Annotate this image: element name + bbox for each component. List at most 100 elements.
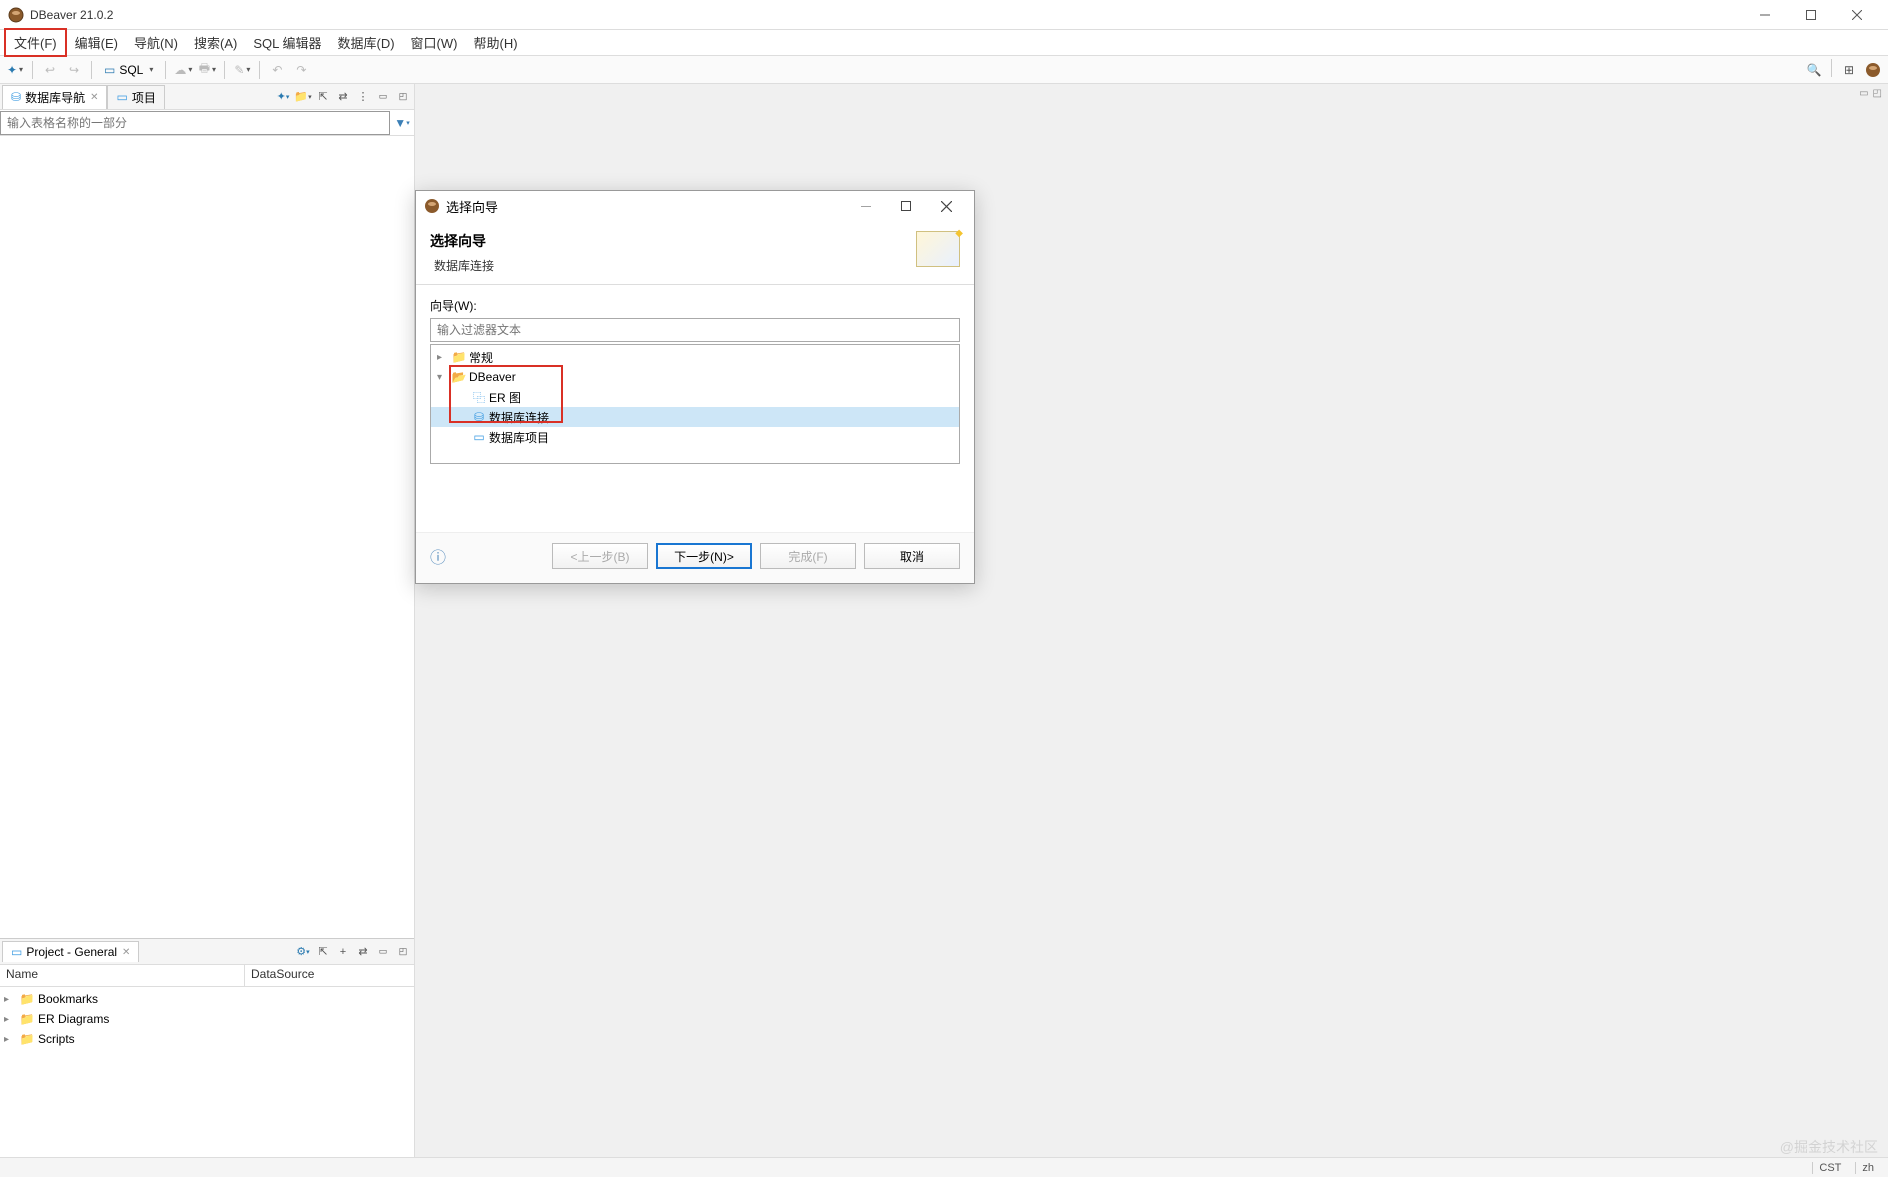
folder-icon: 📁 [20, 1012, 34, 1026]
refresh-button: ☁▾ [172, 59, 194, 81]
dialog-titlebar[interactable]: 选择向导 [416, 191, 974, 221]
wizard-tree-connection[interactable]: ⛁ 数据库连接 [431, 407, 959, 427]
maximize-button[interactable] [1788, 0, 1834, 30]
wizard-tree-er[interactable]: ⿻ ER 图 [431, 387, 959, 407]
wizard-icon [916, 231, 960, 267]
dialog-title: 选择向导 [446, 197, 846, 216]
minimize-icon[interactable]: ▭ [1859, 88, 1868, 99]
dialog-header-subtitle: 数据库连接 [430, 257, 494, 274]
minimize-panel-button[interactable]: ▭ [374, 943, 392, 961]
collapse-button[interactable]: ⇱ [314, 88, 332, 106]
database-icon: ⛁ [471, 410, 487, 424]
print-button: 🖶▾ [196, 59, 218, 81]
toolbar: ✦▾ ↩ ↪ ▭ SQL ▾ ☁▾ 🖶▾ ✎▾ ↶ ↷ 🔍 ⊞ [0, 56, 1888, 84]
folder-icon: 📁 [451, 350, 467, 364]
wizard-tree: ▸ 📁 常规 ▾ 📂 DBeaver ⿻ ER 图 ⛁ 数据库连接 ▭ 数据库项… [430, 344, 960, 464]
menu-file[interactable]: 文件(F) [4, 28, 67, 57]
wizard-tree-general[interactable]: ▸ 📁 常规 [431, 347, 959, 367]
tx-forward-button: ↷ [290, 59, 312, 81]
navigator-tree[interactable] [0, 136, 414, 938]
dialog-minimize-button[interactable] [846, 192, 886, 220]
dbeaver-perspective[interactable] [1862, 59, 1884, 81]
menu-window[interactable]: 窗口(W) [403, 30, 466, 55]
dialog-header-title: 选择向导 [430, 231, 494, 251]
table-search-input[interactable] [0, 111, 390, 135]
maximize-panel-button[interactable]: ◰ [394, 943, 412, 961]
forward-button: ↪ [63, 59, 85, 81]
connect-button[interactable]: ✦▾ [274, 88, 292, 106]
wizard-dialog: 选择向导 选择向导 数据库连接 向导(W): ▸ 📁 常规 ▾ 📂 DBeave… [415, 190, 975, 584]
menu-search[interactable]: 搜索(A) [186, 30, 245, 55]
new-connection-button[interactable]: ✦▾ [4, 59, 26, 81]
maximize-panel-button[interactable]: ◰ [394, 88, 412, 106]
menu-sql-editor[interactable]: SQL 编辑器 [245, 30, 329, 55]
edit-button: ✎▾ [231, 59, 253, 81]
database-navigator-tab[interactable]: ⛁ 数据库导航 ✕ [2, 85, 107, 109]
status-timezone: CST [1812, 1162, 1847, 1174]
collapse-all-button[interactable]: ⇱ [314, 943, 332, 961]
wizard-tree-project[interactable]: ▭ 数据库项目 [431, 427, 959, 447]
back-button: ↩ [39, 59, 61, 81]
folder-icon: 📁 [20, 992, 34, 1006]
cancel-button[interactable]: 取消 [864, 543, 960, 569]
search-button[interactable]: 🔍 [1803, 59, 1825, 81]
er-diagram-icon: ⿻ [471, 389, 487, 406]
next-button[interactable]: 下一步(N)> [656, 543, 752, 569]
dialog-header: 选择向导 数据库连接 [416, 221, 974, 285]
statusbar: CST zh [0, 1157, 1888, 1177]
database-icon: ⛁ [11, 90, 21, 104]
project-panel: ▭ Project - General ✕ ⚙▾ ⇱ + ⇄ ▭ ◰ Name … [0, 938, 414, 1161]
dialog-close-button[interactable] [926, 192, 966, 220]
sql-label: SQL [119, 63, 143, 77]
add-button[interactable]: + [334, 943, 352, 961]
project-icon: ▭ [11, 945, 22, 959]
back-button: <上一步(B) [552, 543, 648, 569]
finish-button: 完成(F) [760, 543, 856, 569]
tree-item-erdiagrams[interactable]: ▸ 📁 ER Diagrams [0, 1009, 414, 1029]
expand-icon[interactable]: ▸ [4, 1034, 16, 1045]
expand-icon[interactable]: ▸ [4, 994, 16, 1005]
nav-panel-tabs: ⛁ 数据库导航 ✕ ▭ 项目 ✦▾ 📁▾ ⇱ ⇄ ⋮ ▭ ◰ [0, 84, 414, 110]
expand-icon[interactable]: ▸ [4, 1014, 16, 1025]
perspective-button[interactable]: ⊞ [1838, 59, 1860, 81]
menu-database[interactable]: 数据库(D) [330, 30, 403, 55]
minimize-panel-button[interactable]: ▭ [374, 88, 392, 106]
menu-edit[interactable]: 编辑(E) [67, 30, 126, 55]
folder-button[interactable]: 📁▾ [294, 88, 312, 106]
tx-back-button: ↶ [266, 59, 288, 81]
column-datasource[interactable]: DataSource [245, 965, 320, 986]
view-menu-button[interactable]: ⋮ [354, 88, 372, 106]
help-button[interactable]: ⓘ [430, 544, 446, 568]
status-lang: zh [1855, 1162, 1880, 1174]
collapse-icon[interactable]: ▾ [437, 372, 449, 383]
left-panel: ⛁ 数据库导航 ✕ ▭ 项目 ✦▾ 📁▾ ⇱ ⇄ ⋮ ▭ ◰ ▼▾ [0, 84, 415, 1161]
dialog-maximize-button[interactable] [886, 192, 926, 220]
link-editor-button[interactable]: ⇄ [354, 943, 372, 961]
wizard-tree-dbeaver[interactable]: ▾ 📂 DBeaver [431, 367, 959, 387]
close-button[interactable] [1834, 0, 1880, 30]
link-button[interactable]: ⇄ [334, 88, 352, 106]
filter-button[interactable]: ▼▾ [390, 111, 414, 135]
app-icon [8, 7, 24, 23]
wizard-filter-input[interactable] [430, 318, 960, 342]
editor-controls: ▭ ◰ [1859, 88, 1882, 99]
menu-help[interactable]: 帮助(H) [465, 30, 525, 55]
tree-item-bookmarks[interactable]: ▸ 📁 Bookmarks [0, 989, 414, 1009]
column-name[interactable]: Name [0, 965, 245, 986]
tab-label: 项目 [132, 89, 156, 106]
search-row: ▼▾ [0, 110, 414, 136]
minimize-button[interactable] [1742, 0, 1788, 30]
tab-close-icon[interactable]: ✕ [90, 92, 98, 103]
tab-close-icon[interactable]: ✕ [122, 947, 130, 958]
maximize-icon[interactable]: ◰ [1873, 88, 1882, 99]
menu-navigate[interactable]: 导航(N) [126, 30, 186, 55]
project-icon: ▭ [471, 430, 487, 444]
sql-editor-button[interactable]: ▭ SQL ▾ [98, 59, 159, 81]
project-general-tab[interactable]: ▭ Project - General ✕ [2, 941, 139, 962]
tree-item-scripts[interactable]: ▸ 📁 Scripts [0, 1029, 414, 1049]
projects-tab[interactable]: ▭ 项目 [107, 85, 164, 109]
expand-icon[interactable]: ▸ [437, 352, 449, 363]
settings-button[interactable]: ⚙▾ [294, 943, 312, 961]
folder-open-icon: 📂 [451, 370, 467, 384]
titlebar: DBeaver 21.0.2 [0, 0, 1888, 30]
